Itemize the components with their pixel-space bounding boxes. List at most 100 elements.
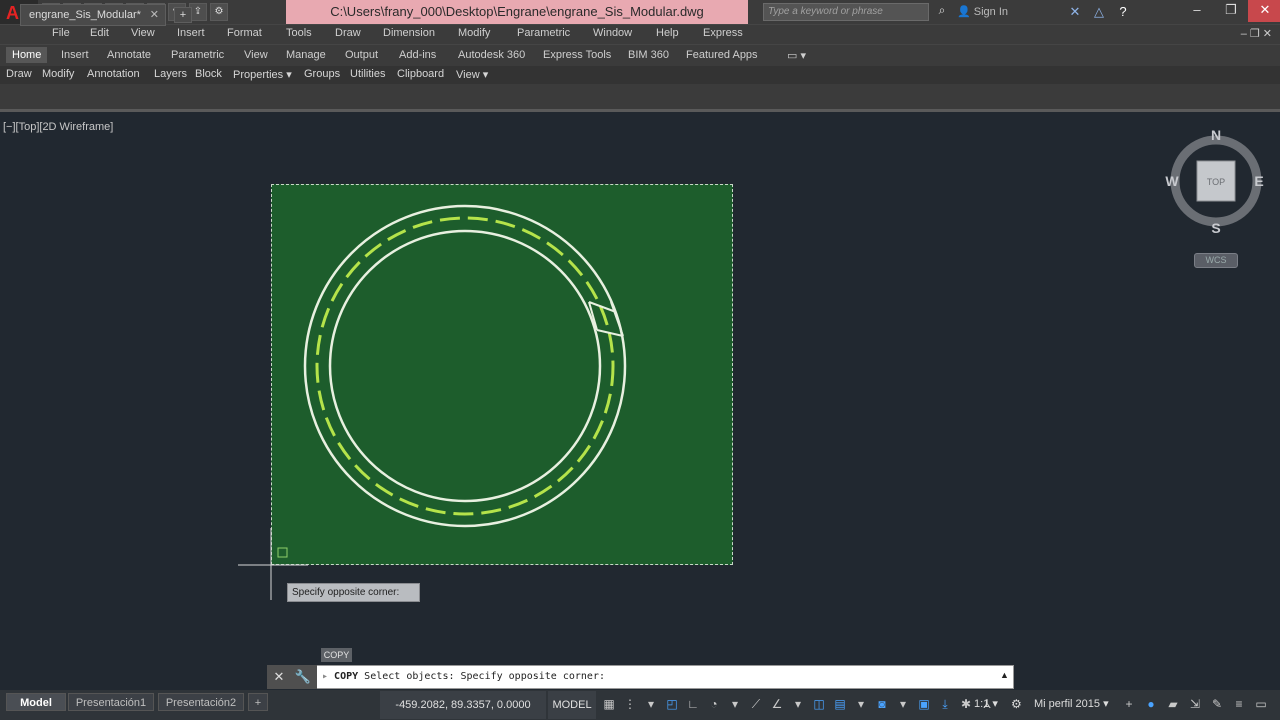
workspace-switch[interactable]: Mi perfil 2015 ▾: [1034, 693, 1109, 715]
lineweight-dropdown-icon[interactable]: ▾: [852, 693, 870, 715]
tab-bim360[interactable]: BIM 360: [628, 49, 669, 61]
model-space-toggle[interactable]: MODEL: [548, 691, 596, 719]
search-input[interactable]: Type a keyword or phrase: [763, 3, 929, 21]
tab-addins[interactable]: Add-ins: [399, 49, 436, 61]
selection-cycling-icon[interactable]: ▣: [915, 693, 933, 715]
menu-help[interactable]: Help: [656, 27, 679, 39]
compass-east[interactable]: E: [1254, 173, 1263, 189]
menu-dimension[interactable]: Dimension: [383, 27, 435, 39]
close-tab-icon[interactable]: ✕: [150, 5, 159, 25]
compass-north[interactable]: N: [1211, 127, 1221, 143]
panel-utilities[interactable]: Utilities: [350, 68, 385, 80]
panel-groups[interactable]: Groups: [304, 68, 340, 80]
menu-tools[interactable]: Tools: [286, 27, 312, 39]
document-tab[interactable]: engrane_Sis_Modular* ✕: [20, 4, 166, 26]
otrack-dropdown-icon[interactable]: ▾: [789, 693, 807, 715]
tab-annotate[interactable]: Annotate: [107, 49, 151, 61]
properties-icon[interactable]: ✎: [1208, 693, 1226, 715]
grid-icon[interactable]: ▦: [600, 693, 618, 715]
compass-west[interactable]: W: [1165, 173, 1179, 189]
otrack-icon[interactable]: ∠: [768, 693, 786, 715]
polar-icon[interactable]: ◔: [705, 693, 723, 715]
exchange-icon[interactable]: ✕: [1066, 3, 1084, 21]
menu-format[interactable]: Format: [227, 27, 262, 39]
tab-autodesk360[interactable]: Autodesk 360: [458, 49, 525, 61]
gear-inner-circle[interactable]: [328, 229, 602, 503]
panel-clipboard[interactable]: Clipboard: [397, 68, 444, 80]
command-line-text[interactable]: ▸ COPY Select objects: Specify opposite …: [322, 665, 605, 689]
menu-modify[interactable]: Modify: [458, 27, 490, 39]
tab-parametric[interactable]: Parametric: [171, 49, 224, 61]
menu-edit[interactable]: Edit: [90, 27, 109, 39]
panel-layers[interactable]: Layers: [154, 68, 187, 80]
fullscreen-icon[interactable]: ▭: [1252, 693, 1270, 715]
coordinates-display[interactable]: -459.2082, 89.3357, 0.0000: [380, 691, 546, 719]
restore-button[interactable]: ❐: [1214, 0, 1248, 22]
close-button[interactable]: ✕: [1248, 0, 1280, 22]
menu-express[interactable]: Express: [703, 27, 743, 39]
panel-block[interactable]: Block: [195, 68, 222, 80]
isolate-objects-icon[interactable]: ●: [1142, 693, 1160, 715]
menu-window[interactable]: Window: [593, 27, 632, 39]
workspace-gear-icon[interactable]: ⚙: [1011, 693, 1022, 715]
tab-featured-apps[interactable]: Featured Apps: [686, 49, 758, 61]
close-cmdline-icon[interactable]: ✕: [267, 665, 291, 689]
sign-in-button[interactable]: 👤 Sign In: [957, 3, 1008, 21]
panel-annotation[interactable]: Annotation: [87, 68, 140, 80]
customize-wrench-icon[interactable]: 🔧: [291, 665, 315, 689]
isodraft-icon[interactable]: ⟋: [747, 693, 765, 715]
add-layout-icon[interactable]: +: [248, 693, 268, 711]
viewport-controls-label[interactable]: [−][Top][2D Wireframe]: [3, 121, 113, 133]
a360-icon[interactable]: △: [1090, 3, 1108, 21]
gear-outer-circle[interactable]: [303, 204, 627, 528]
clean-screen-icon[interactable]: ⇲: [1186, 693, 1204, 715]
ucs-menu[interactable]: WCS: [1194, 253, 1238, 268]
menubar-window-controls[interactable]: – ❐ ✕: [1241, 27, 1272, 40]
polar-dropdown-icon[interactable]: ▾: [726, 693, 744, 715]
compass-south[interactable]: S: [1211, 220, 1220, 236]
panel-view[interactable]: View ▾: [456, 68, 488, 81]
transparency-icon[interactable]: ◙: [873, 693, 891, 715]
menu-insert[interactable]: Insert: [177, 27, 205, 39]
hardware-acceleration-icon[interactable]: ▰: [1164, 693, 1182, 715]
layout-tab-model[interactable]: Model: [6, 693, 66, 711]
ortho-icon[interactable]: ∟: [684, 693, 702, 715]
transparency-dropdown-icon[interactable]: ▾: [894, 693, 912, 715]
menu-parametric[interactable]: Parametric: [517, 27, 570, 39]
new-tab-button[interactable]: +: [174, 7, 192, 23]
gear-pitch-circle[interactable]: [315, 216, 615, 516]
workspace-icon[interactable]: ⚙: [210, 3, 228, 21]
annotation-monitor-icon[interactable]: ✱: [957, 693, 975, 715]
viewcube[interactable]: TOP N S E W: [1165, 125, 1270, 240]
customization-icon[interactable]: ≡: [1230, 693, 1248, 715]
layout-tab-presentacion1[interactable]: Presentación1: [68, 693, 154, 711]
snap-icon[interactable]: ⋮: [621, 693, 639, 715]
help-icon[interactable]: ?: [1114, 3, 1132, 21]
snap-dropdown-icon[interactable]: ▾: [642, 693, 660, 715]
dynamic-ucs-icon[interactable]: ⤓: [936, 693, 954, 715]
minimize-button[interactable]: –: [1180, 0, 1214, 22]
plus-icon[interactable]: +: [1120, 693, 1138, 715]
panel-draw[interactable]: Draw: [6, 68, 32, 80]
menu-view[interactable]: View: [131, 27, 155, 39]
command-history-arrow-icon[interactable]: ▲: [1000, 670, 1009, 680]
panel-properties[interactable]: Properties ▾: [233, 68, 292, 81]
lineweight-icon[interactable]: ▤: [831, 693, 849, 715]
gear-drawing[interactable]: [271, 184, 733, 565]
annotation-scale[interactable]: 1:1 ▾: [974, 693, 998, 715]
tab-output[interactable]: Output: [345, 49, 378, 61]
tab-insert[interactable]: Insert: [61, 49, 89, 61]
sign-in-label: Sign In: [973, 6, 1009, 18]
panel-modify[interactable]: Modify: [42, 68, 74, 80]
binoculars-icon[interactable]: ⌕: [933, 3, 951, 21]
tab-manage[interactable]: Manage: [286, 49, 326, 61]
tab-home[interactable]: Home: [6, 47, 48, 63]
menu-draw[interactable]: Draw: [335, 27, 361, 39]
infer-constraints-icon[interactable]: ◰: [663, 693, 681, 715]
ribbon-minimize-icon[interactable]: ▭ ▾: [787, 49, 806, 62]
layout-tab-presentacion2[interactable]: Presentación2: [158, 693, 244, 711]
tab-view[interactable]: View: [244, 49, 268, 61]
osnap-icon[interactable]: ◫: [810, 693, 828, 715]
tab-express-tools[interactable]: Express Tools: [543, 49, 611, 61]
menu-file[interactable]: File: [52, 27, 70, 39]
